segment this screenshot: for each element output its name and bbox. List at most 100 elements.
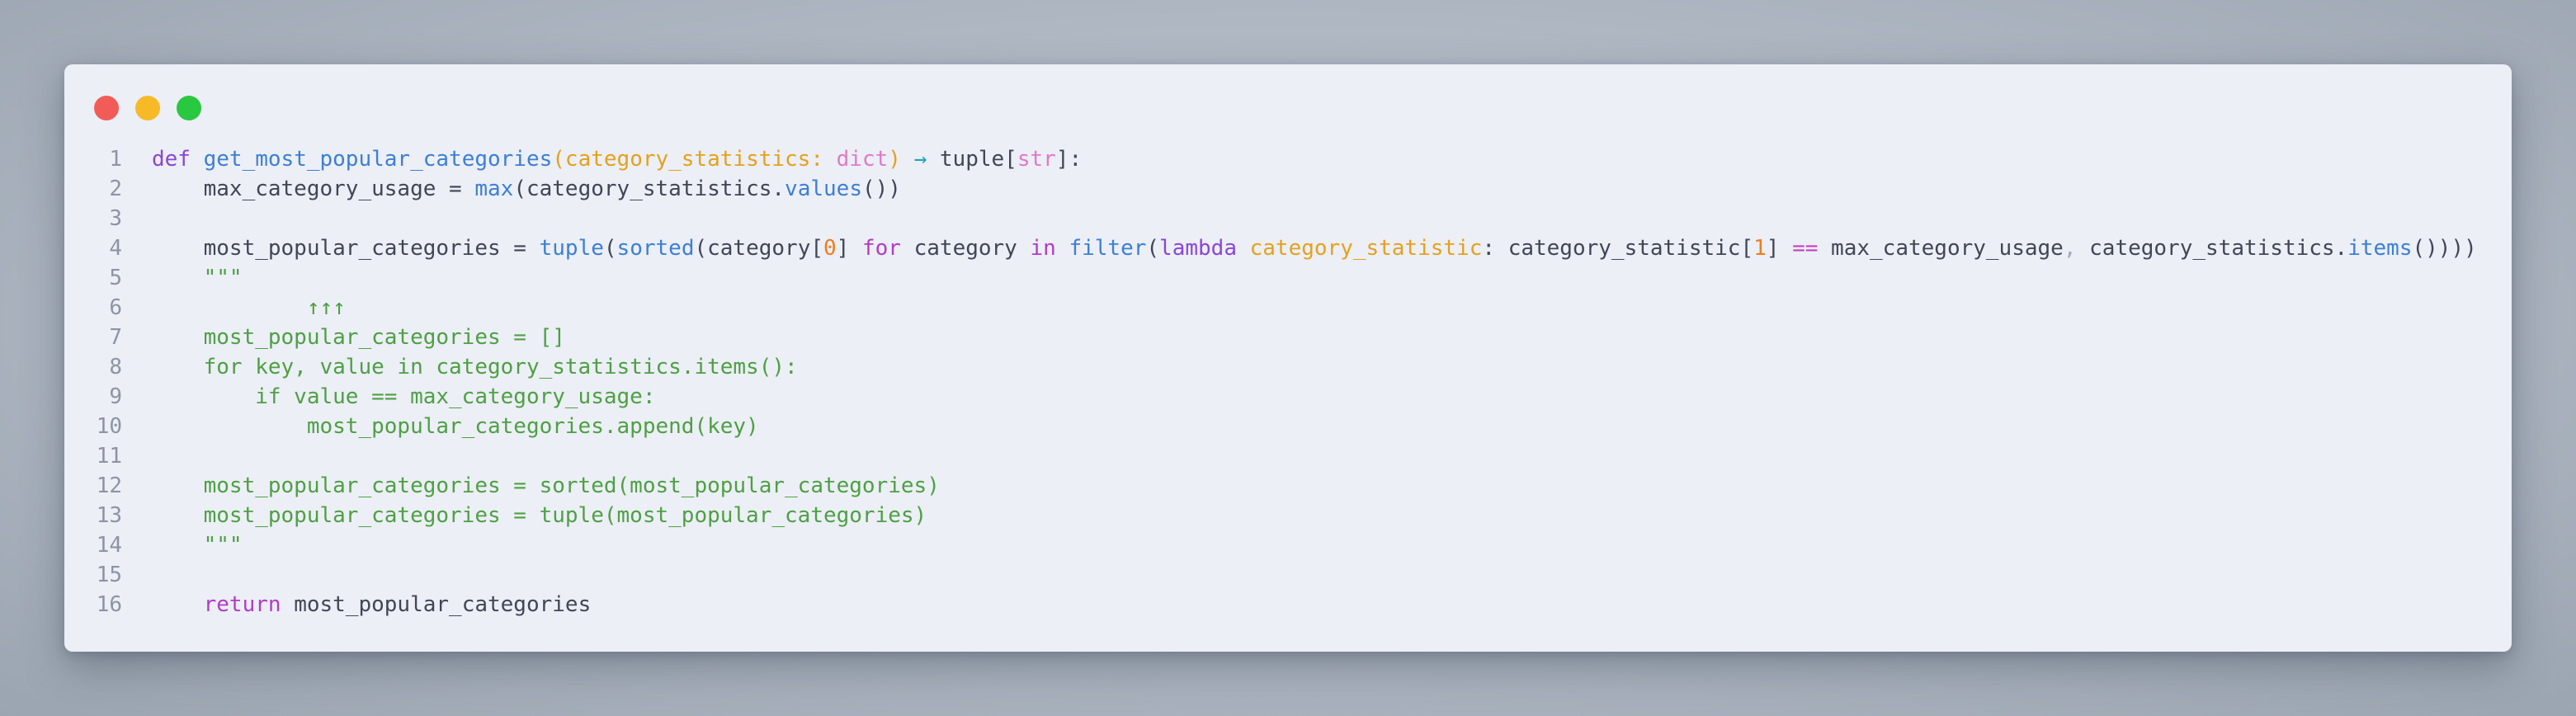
line-number: 2 (109, 177, 122, 201)
code-token: get_most_popular_categories (203, 147, 553, 172)
code-token: most_popular_categories = (152, 236, 540, 261)
code-token: ()))) (2412, 236, 2477, 261)
code-line: 13 most_popular_categories = tuple(most_… (64, 501, 2512, 530)
code-token: most_popular_categories.append(key) (152, 414, 759, 439)
code-window: 1 def get_most_popular_categories(categor… (64, 64, 2512, 652)
line-source[interactable]: most_popular_categories = sorted(most_po… (152, 471, 940, 501)
code-token: == (1792, 236, 1819, 261)
code-token: ()) (861, 177, 901, 201)
line-source[interactable]: most_popular_categories = [] (152, 323, 565, 352)
code-token: items (2347, 236, 2413, 261)
close-button[interactable] (94, 96, 119, 120)
line-source[interactable]: most_popular_categories = tuple(most_pop… (152, 501, 927, 530)
code-token: tuple (927, 147, 1005, 172)
minimize-button[interactable] (135, 96, 160, 120)
code-token: dict (836, 147, 889, 172)
code-token: lambda (1159, 236, 1237, 261)
code-line: 9 if value == max_category_usage: (64, 382, 2512, 412)
code-token: ]: (1055, 147, 1083, 172)
line-source[interactable]: max_category_usage = max(category_statis… (152, 174, 901, 204)
code-token: (category[ (694, 236, 824, 261)
code-token: """ (152, 266, 243, 290)
line-source[interactable]: """ (152, 263, 243, 293)
code-token: : category_statistic[ (1482, 236, 1754, 261)
code-line: 16 return most_popular_categories (64, 590, 2512, 619)
code-token: ] (1766, 236, 1793, 261)
code-line: 6 ↑↑↑ (64, 293, 2512, 323)
code-token: for (861, 236, 901, 261)
code-editor: 1 def get_most_popular_categories(categor… (64, 144, 2512, 619)
line-number: 11 (96, 444, 122, 469)
code-line: 12 most_popular_categories = sorted(most… (64, 471, 2512, 501)
code-line: 3 (64, 204, 2512, 233)
code-token: [ (1004, 147, 1017, 172)
line-number: 8 (109, 355, 122, 379)
line-number: 1 (109, 147, 122, 172)
code-token: sorted (616, 236, 695, 261)
window-controls (94, 96, 201, 120)
line-source[interactable]: most_popular_categories.append(key) (152, 412, 759, 441)
line-source[interactable]: most_popular_categories = tuple(sorted(c… (152, 233, 2477, 263)
code-line: 2 max_category_usage = max(category_stat… (64, 174, 2512, 204)
code-line: 1 def get_most_popular_categories(categor… (64, 144, 2512, 174)
code-token: ( (552, 147, 565, 172)
code-token: ↑↑↑ (152, 295, 346, 320)
code-token: most_popular_categories = [] (152, 325, 565, 350)
code-token: most_popular_categories = tuple(most_pop… (152, 503, 927, 528)
code-token: category_statistic (1249, 236, 1483, 261)
line-source[interactable]: if value == max_category_usage: (152, 382, 655, 412)
code-token: ( (603, 236, 617, 261)
line-source[interactable]: ↑↑↑ (152, 293, 346, 323)
code-token: ] (836, 236, 862, 261)
code-token: category_statistics. (2076, 236, 2348, 261)
line-number: 10 (96, 414, 122, 439)
line-number: 12 (96, 473, 122, 498)
code-line: 7 most_popular_categories = [] (64, 323, 2512, 352)
line-number: 5 (109, 266, 122, 290)
code-token: for key, value in category_statistics.it… (152, 355, 798, 379)
code-token: → (913, 147, 927, 172)
code-line: 15 (64, 560, 2512, 590)
code-token: filter (1069, 236, 1147, 261)
line-number: 15 (96, 563, 122, 587)
code-token: values (785, 177, 862, 201)
code-token: str (1017, 147, 1056, 172)
code-line: 11 (64, 441, 2512, 471)
code-line: 4 most_popular_categories = tuple(sorted… (64, 233, 2512, 263)
code-token: category_statistics (564, 147, 811, 172)
line-number: 3 (109, 206, 122, 231)
code-token: max (474, 177, 514, 201)
code-token: ( (1146, 236, 1160, 261)
code-token: : (810, 147, 837, 172)
line-source[interactable]: """ (152, 530, 243, 560)
line-source[interactable]: def get_most_popular_categories(category… (152, 144, 1082, 174)
line-number: 4 (109, 236, 122, 261)
line-number: 16 (96, 592, 122, 617)
code-token: category (900, 236, 1031, 261)
maximize-button[interactable] (177, 96, 201, 120)
code-token: tuple (539, 236, 604, 261)
line-number: 7 (109, 325, 122, 350)
code-token: max_category_usage (1818, 236, 2064, 261)
code-line: 14 """ (64, 530, 2512, 560)
code-token: 1 (1753, 236, 1767, 261)
code-token: def (152, 147, 191, 172)
code-token: if value == max_category_usage: (152, 384, 656, 409)
code-token: in (1030, 236, 1056, 261)
code-line: 5 """ (64, 263, 2512, 293)
line-source[interactable]: for key, value in category_statistics.it… (152, 352, 798, 382)
line-source[interactable]: return most_popular_categories (152, 590, 592, 619)
code-line: 8 for key, value in category_statistics.… (64, 352, 2512, 382)
code-token: ) (888, 147, 901, 172)
line-number: 13 (96, 503, 122, 528)
line-number: 14 (96, 533, 122, 558)
code-token: """ (152, 533, 243, 558)
code-token: most_popular_categories = sorted(most_po… (152, 473, 940, 498)
line-number: 9 (109, 384, 122, 409)
code-token: , (2063, 236, 2077, 261)
